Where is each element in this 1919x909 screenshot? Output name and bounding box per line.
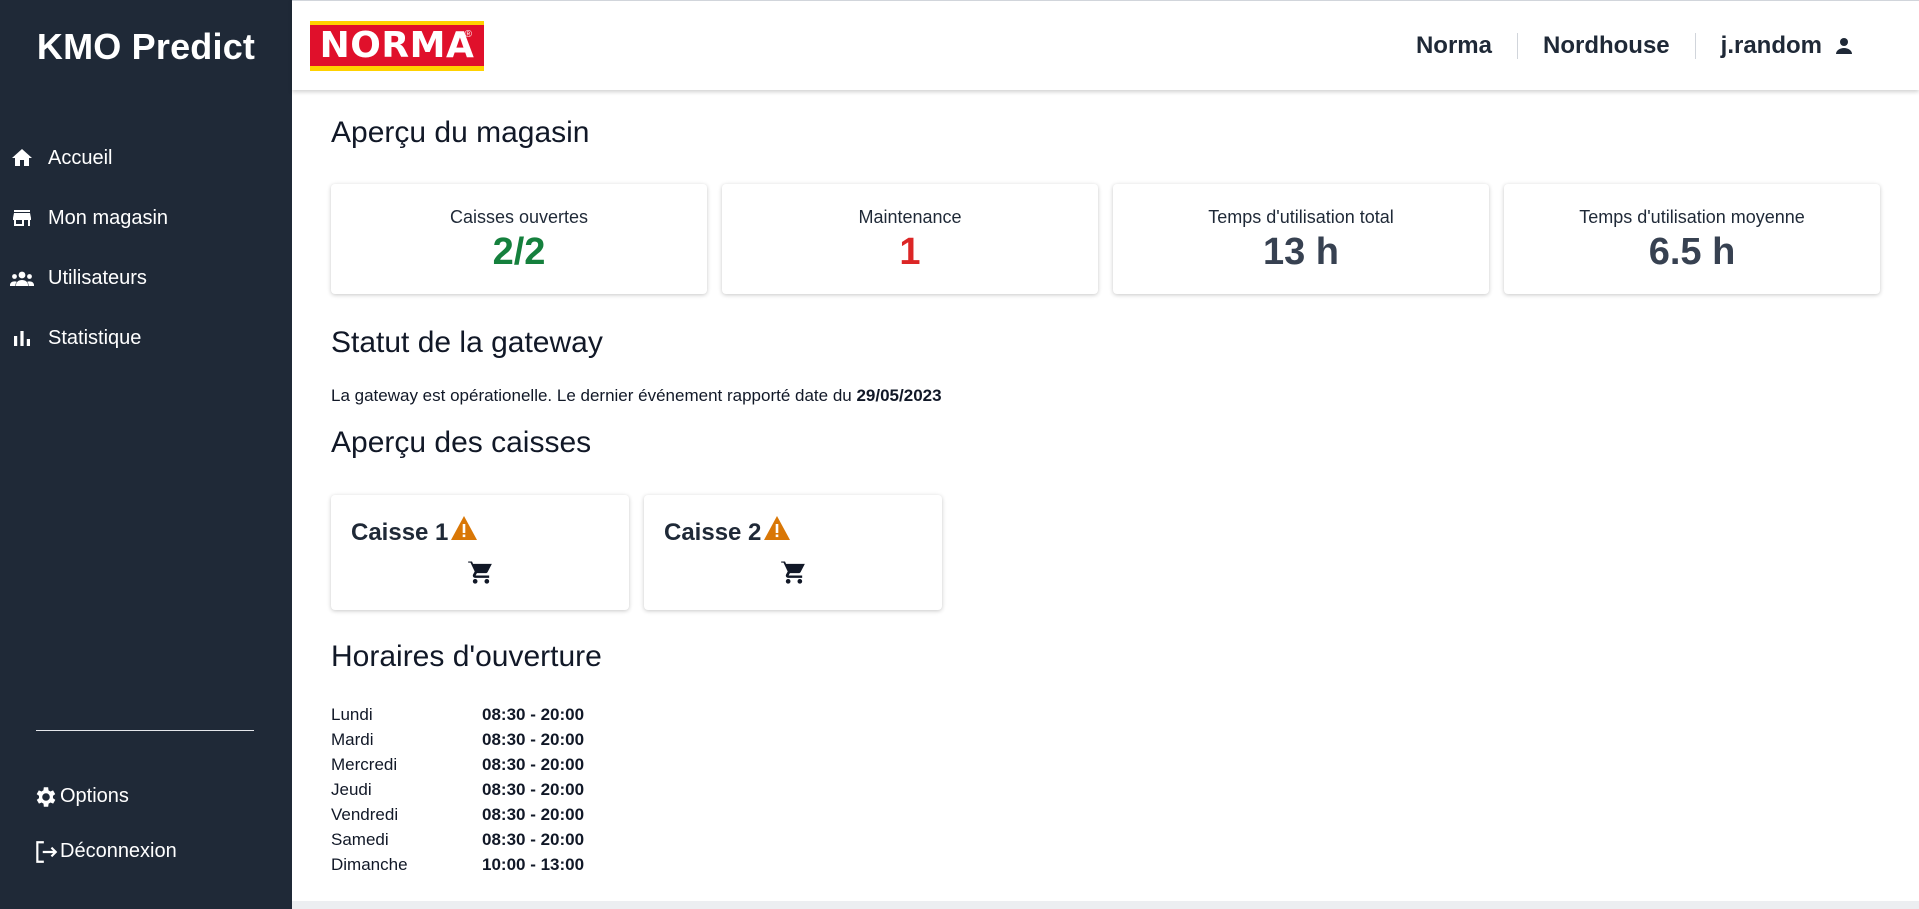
hours-day: Vendredi xyxy=(331,804,399,824)
gateway-last-event-date: 29/05/2023 xyxy=(856,386,942,405)
hours-time: 08:30 - 20:00 xyxy=(482,804,585,824)
hours-day: Samedi xyxy=(331,829,389,849)
brand-selector[interactable]: Norma xyxy=(1391,32,1517,60)
register-name: Caisse 2 xyxy=(664,519,762,546)
norma-logo[interactable]: NORMA ® xyxy=(310,21,484,71)
logout-icon xyxy=(32,839,60,865)
hours-title: Horaires d'ouverture xyxy=(331,640,602,673)
sidebar-nav: Accueil Mon magasin Utilisateurs Statist… xyxy=(0,128,292,368)
stat-label: Temps d'utilisation total xyxy=(1208,207,1394,227)
hours-day: Jeudi xyxy=(331,779,372,799)
stat-card-total-usage: Temps d'utilisation total 13 h xyxy=(1113,184,1489,294)
stat-card-average-usage: Temps d'utilisation moyenne 6.5 h xyxy=(1504,184,1880,294)
register-title: Caisse 1 xyxy=(351,516,478,548)
hours-row: Vendredi 08:30 - 20:00 xyxy=(331,802,584,827)
bottom-strip xyxy=(292,901,1919,909)
register-title: Caisse 2 xyxy=(664,516,791,548)
hours-day: Mercredi xyxy=(331,754,398,774)
hours-row: Jeudi 08:30 - 20:00 xyxy=(331,777,584,802)
hours-time: 08:30 - 20:00 xyxy=(482,754,585,774)
stat-label: Caisses ouvertes xyxy=(449,207,589,227)
hours-day: Mardi xyxy=(331,729,374,749)
registers-title: Aperçu des caisses xyxy=(331,426,592,459)
hours-row: Mercredi 08:30 - 20:00 xyxy=(331,752,584,777)
sidebar-item-label: Mon magasin xyxy=(48,206,169,229)
gateway-status-message: La gateway est opérationelle. Le dernier… xyxy=(331,386,857,405)
top-right-menu: Norma Nordhouse j.random xyxy=(1391,1,1881,91)
user-menu[interactable]: j.random xyxy=(1696,32,1881,60)
register-name: Caisse 1 xyxy=(351,519,449,546)
hours-time: 10:00 - 13:00 xyxy=(482,854,585,874)
options-label: Options xyxy=(60,785,129,807)
register-card-2[interactable]: Caisse 2 xyxy=(644,495,942,610)
hours-time: 08:30 - 20:00 xyxy=(482,829,585,849)
stat-value: 1 xyxy=(899,231,921,273)
register-card-1[interactable]: Caisse 1 xyxy=(331,495,629,610)
hours-time: 08:30 - 20:00 xyxy=(482,704,585,724)
users-icon xyxy=(9,265,35,291)
sidebar-item-label: Statistique xyxy=(48,326,142,349)
stat-label: Maintenance xyxy=(858,207,962,227)
hours-row: Dimanche 10:00 - 13:00 xyxy=(331,852,584,877)
hours-row: Samedi 08:30 - 20:00 xyxy=(331,827,584,852)
sidebar-item-label: Utilisateurs xyxy=(48,266,147,289)
main-content: Aperçu du magasin Caisses ouvertes 2/2 M… xyxy=(292,90,1919,901)
overview-title: Aperçu du magasin xyxy=(331,116,590,149)
username: j.random xyxy=(1720,32,1822,59)
store-selector[interactable]: Nordhouse xyxy=(1518,32,1695,60)
user-icon xyxy=(1832,34,1856,58)
warning-icon xyxy=(763,515,791,548)
app-title: KMO Predict xyxy=(36,26,256,67)
sidebar-item-label: Accueil xyxy=(48,146,113,169)
stat-card-open-registers: Caisses ouvertes 2/2 xyxy=(331,184,707,294)
bar-chart-icon xyxy=(9,325,35,351)
cart-icon xyxy=(780,558,808,591)
stat-card-maintenance: Maintenance 1 xyxy=(722,184,1098,294)
sidebar: KMO Predict Accueil Mon magasin Utilisat… xyxy=(0,0,292,909)
gateway-status-text: La gateway est opérationelle. Le dernier… xyxy=(331,386,942,406)
hours-day: Lundi xyxy=(331,704,373,724)
logo-text: NORMA xyxy=(319,25,475,66)
sidebar-item-mon-magasin[interactable]: Mon magasin xyxy=(0,188,292,248)
home-icon xyxy=(9,145,35,171)
gateway-title: Statut de la gateway xyxy=(331,326,603,359)
hours-time: 08:30 - 20:00 xyxy=(482,779,585,799)
logout-label: Déconnexion xyxy=(60,840,177,862)
sidebar-item-statistique[interactable]: Statistique xyxy=(0,308,292,368)
stat-value: 13 h xyxy=(1262,231,1340,273)
opening-hours-list: Lundi 08:30 - 20:00 Mardi 08:30 - 20:00 Me… xyxy=(331,702,584,877)
stat-label: Temps d'utilisation moyenne xyxy=(1579,207,1805,227)
top-bar: NORMA ® Norma Nordhouse j.random xyxy=(292,0,1919,90)
sidebar-item-utilisateurs[interactable]: Utilisateurs xyxy=(0,248,292,308)
warning-icon xyxy=(450,515,478,548)
store-icon xyxy=(9,205,35,231)
sidebar-item-accueil[interactable]: Accueil xyxy=(0,128,292,188)
hours-row: Lundi 08:30 - 20:00 xyxy=(331,702,584,727)
hours-row: Mardi 08:30 - 20:00 xyxy=(331,727,584,752)
logout-button[interactable]: Déconnexion xyxy=(32,824,272,879)
options-button[interactable]: Options xyxy=(32,769,272,824)
stat-value: 2/2 xyxy=(492,231,546,273)
cart-icon xyxy=(467,558,495,591)
sidebar-divider xyxy=(36,730,254,731)
stat-value: 6.5 h xyxy=(1648,231,1736,273)
hours-day: Dimanche xyxy=(331,854,408,874)
sidebar-bottom: Options Déconnexion xyxy=(32,769,272,879)
hours-time: 08:30 - 20:00 xyxy=(482,729,585,749)
gear-icon xyxy=(32,784,60,810)
logo-registered-mark: ® xyxy=(464,29,472,40)
